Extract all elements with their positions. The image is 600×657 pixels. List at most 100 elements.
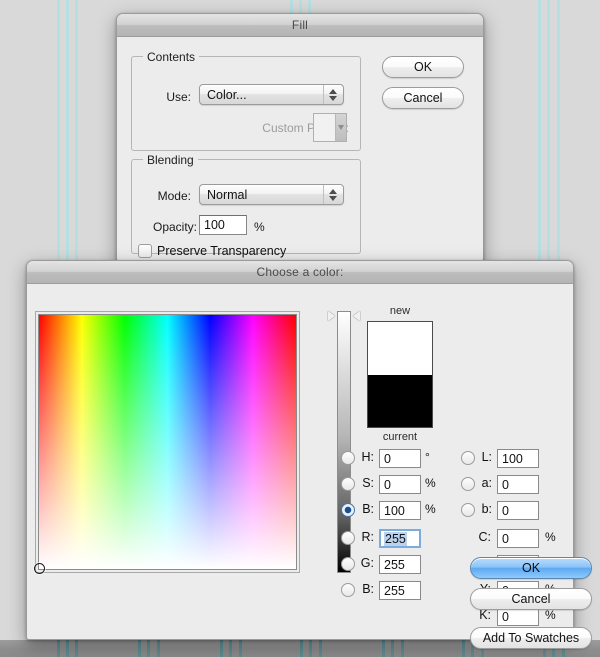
guide-line-bottom-10: [309, 640, 312, 657]
input-lab-l-value: 100: [502, 451, 523, 466]
guide-line-bottom-9: [300, 640, 303, 657]
guide-line-bottom-15: [462, 640, 465, 657]
input-hsb-b-value: 100: [384, 503, 405, 518]
preserve-transparency-label: Preserve Transparency: [157, 244, 287, 258]
input-hsb-h-value: 0: [384, 451, 391, 466]
opacity-input[interactable]: 100: [199, 215, 247, 235]
slider-handle-left-icon[interactable]: [328, 311, 335, 321]
opacity-value: 100: [204, 218, 225, 232]
guide-line-bottom-5: [157, 640, 160, 657]
radio-hsb-b[interactable]: [341, 503, 355, 517]
input-rgb-r[interactable]: 255: [379, 529, 421, 548]
label-lab-l: L:: [481, 450, 492, 464]
label-hsb-h: H:: [361, 450, 375, 464]
add-to-swatches-label: Add To Swatches: [482, 631, 580, 645]
label-cmyk-k: K:: [479, 608, 491, 622]
unit-cmyk-c: %: [545, 530, 556, 544]
input-cmyk-c-value: 0: [502, 531, 509, 546]
guide-line-bottom-8: [239, 640, 242, 657]
input-rgb-b[interactable]: 255: [379, 581, 421, 600]
chevron-down-icon: [335, 114, 346, 141]
current-color-label: current: [382, 431, 418, 443]
chevron-updown-icon: [323, 85, 342, 104]
fill-dialog-title: Fill: [291, 18, 309, 32]
fill-ok-button[interactable]: OK: [382, 56, 464, 78]
use-dropdown[interactable]: Color...: [199, 84, 344, 105]
radio-rgb-g[interactable]: [341, 557, 355, 571]
preserve-transparency-checkbox[interactable]: [138, 244, 152, 258]
radio-hsb-h[interactable]: [341, 451, 355, 465]
color-field-frame: [34, 311, 300, 574]
input-lab-a[interactable]: 0: [497, 475, 539, 494]
radio-lab-l[interactable]: [461, 451, 475, 465]
saturation-gradient: [39, 315, 296, 569]
radio-lab-b[interactable]: [461, 503, 475, 517]
new-color-swatch: [368, 322, 432, 375]
color-picker-dialog: Choose a color: new current Only Web Col…: [26, 260, 592, 649]
mode-dropdown[interactable]: Normal: [199, 184, 344, 205]
custom-pattern-swatch: [313, 113, 347, 142]
label-lab-a: a:: [481, 476, 492, 490]
color-ok-button[interactable]: OK: [470, 557, 592, 579]
slider-handle-right-icon[interactable]: [353, 311, 360, 321]
unit-hsb-h: °: [425, 450, 430, 464]
pattern-preview: [314, 114, 335, 141]
mode-dropdown-value: Normal: [207, 187, 248, 202]
input-rgb-g[interactable]: 255: [379, 555, 421, 574]
guide-line-bottom-12: [382, 640, 385, 657]
input-lab-b-value: 0: [502, 503, 509, 518]
mode-label: Mode:: [157, 189, 191, 203]
color-ok-label: OK: [521, 561, 541, 575]
label-rgb-b: B:: [362, 582, 374, 596]
input-cmyk-c[interactable]: 0: [497, 529, 539, 548]
color-preview-swatch: [367, 321, 433, 428]
guide-line-bottom-6: [220, 640, 223, 657]
label-hsb-b: B:: [362, 502, 374, 516]
add-to-swatches-button[interactable]: Add To Swatches: [470, 627, 592, 649]
input-hsb-h[interactable]: 0: [379, 449, 421, 468]
label-lab-b: b:: [481, 502, 492, 516]
input-lab-l[interactable]: 100: [497, 449, 539, 468]
fill-dialog-titlebar: Fill: [117, 14, 483, 37]
color-field-cursor[interactable]: [34, 563, 45, 574]
guide-line-bottom-4: [147, 640, 150, 657]
use-label: Use:: [166, 90, 191, 104]
input-cmyk-k-value: 0: [502, 609, 509, 624]
color-field[interactable]: [34, 314, 297, 574]
fill-ok-label: OK: [413, 60, 433, 74]
guide-line-bottom-3: [138, 640, 141, 657]
color-cancel-label: Cancel: [511, 592, 551, 606]
current-color-swatch[interactable]: [368, 374, 432, 427]
input-lab-b[interactable]: 0: [497, 501, 539, 520]
input-rgb-b-value: 255: [384, 583, 405, 598]
chevron-updown-icon: [323, 185, 342, 204]
guide-line-bottom-1: [66, 640, 69, 657]
blending-group: Blending: [131, 153, 361, 254]
unit-cmyk-k: %: [545, 608, 556, 622]
color-cancel-button[interactable]: Cancel: [470, 588, 592, 610]
guide-line-bottom-14: [401, 640, 404, 657]
fill-cancel-label: Cancel: [403, 91, 443, 105]
label-cmyk-c: C:: [478, 530, 492, 544]
input-hsb-s[interactable]: 0: [379, 475, 421, 494]
guide-line-bottom-11: [319, 640, 322, 657]
color-picker-title: Choose a color:: [256, 265, 344, 279]
radio-hsb-s[interactable]: [341, 477, 355, 491]
fill-cancel-button[interactable]: Cancel: [382, 87, 464, 109]
radio-rgb-r[interactable]: [341, 531, 355, 545]
input-hsb-s-value: 0: [384, 477, 391, 492]
label-hsb-s: S:: [362, 476, 374, 490]
radio-rgb-b[interactable]: [341, 583, 355, 597]
input-rgb-g-value: 255: [384, 557, 405, 572]
radio-lab-a[interactable]: [461, 477, 475, 491]
label-rgb-r: R:: [361, 530, 375, 544]
blending-legend: Blending: [143, 153, 198, 167]
new-color-label: new: [389, 305, 411, 317]
screen: Fill Contents Use: Color... Custom Patte…: [0, 0, 600, 657]
fill-dialog: Fill Contents Use: Color... Custom Patte…: [116, 13, 484, 265]
guide-line-bottom-0: [57, 640, 60, 657]
guide-line-bottom-13: [391, 640, 394, 657]
unit-hsb-b: %: [425, 502, 436, 516]
use-dropdown-value: Color...: [207, 87, 247, 102]
input-hsb-b[interactable]: 100: [379, 501, 421, 520]
